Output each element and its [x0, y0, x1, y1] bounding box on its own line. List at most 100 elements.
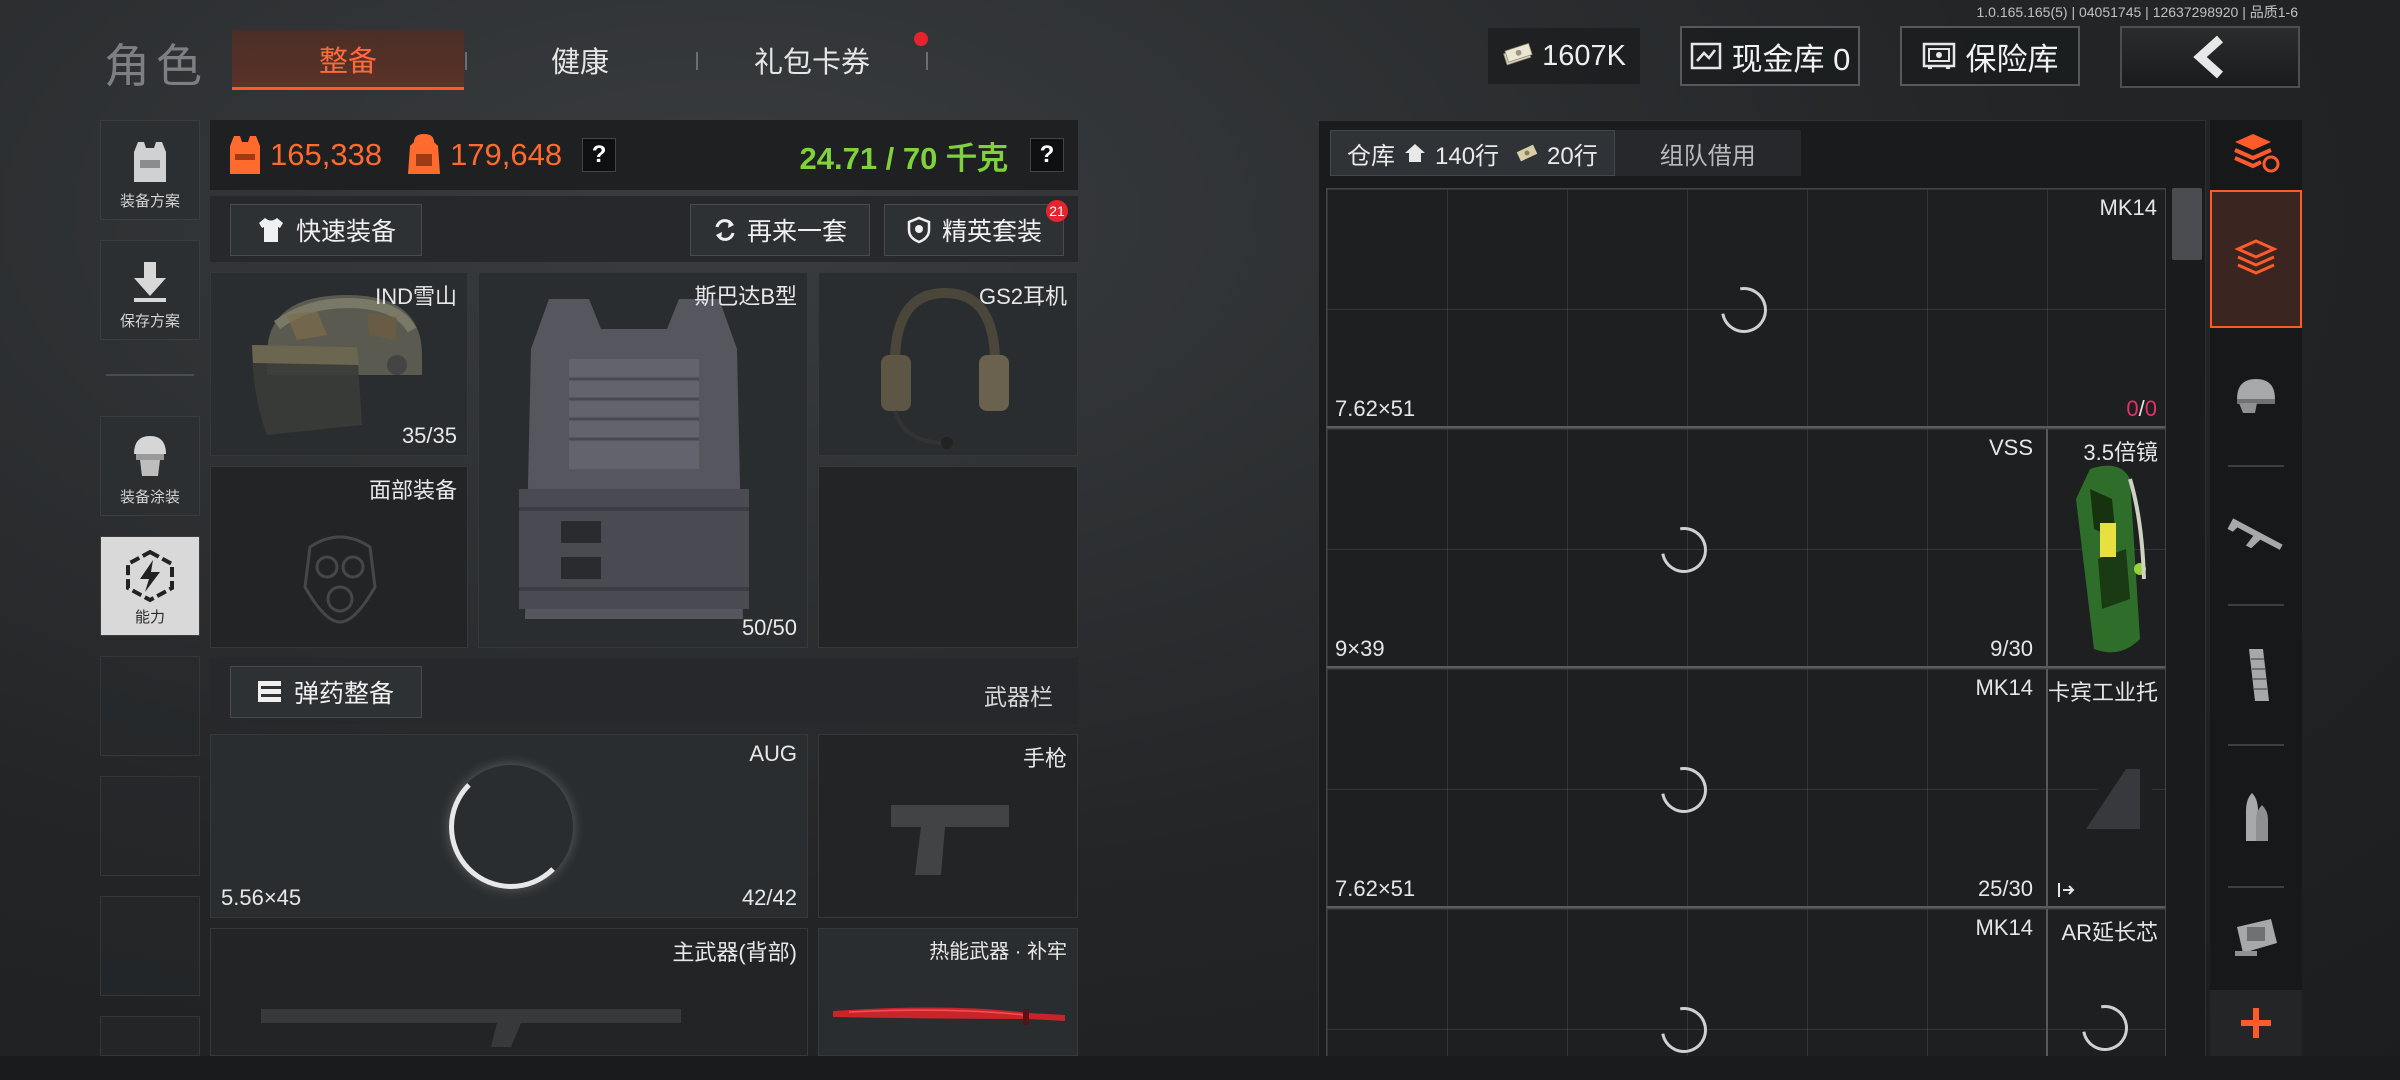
filter-magazine-button[interactable]: [2210, 606, 2302, 744]
item-ammo: 9/30: [1990, 636, 2033, 661]
melee-slot[interactable]: 热能武器 · 补牢: [818, 928, 1078, 1056]
item-name: MK14: [1975, 675, 2033, 700]
value-help-button[interactable]: ?: [582, 138, 617, 172]
tab-health[interactable]: 健康: [464, 30, 696, 90]
shirt-icon: [258, 218, 283, 242]
add-filter-button[interactable]: [2210, 990, 2302, 1056]
currency-display[interactable]: 1607K: [1488, 28, 1640, 84]
home-icon: [1405, 144, 1425, 162]
back-button[interactable]: [2120, 26, 2300, 88]
quick-equip-button[interactable]: 快速装备: [230, 204, 422, 256]
item-ammo-current: 0: [2126, 396, 2139, 421]
filter-ammo-button[interactable]: [2210, 746, 2302, 884]
warehouse-item-row[interactable]: MK14: [1326, 908, 2166, 1063]
team-borrow-tab[interactable]: 组队借用: [1614, 130, 1801, 176]
armor-name: 斯巴达B型: [694, 284, 797, 309]
melee-name: 热能武器 · 补牢: [929, 941, 1067, 963]
face-gear-slot[interactable]: 面部装备: [210, 466, 468, 648]
equipment-skin-label: 装备涂装: [119, 489, 180, 506]
ammo-prep-label: 弹药整备: [293, 680, 394, 708]
item-caliber: 7.62×51: [1335, 396, 1416, 421]
lightning-hex-icon: [126, 549, 174, 603]
primary-weapon-slot[interactable]: AUG 5.56×45 42/42: [210, 734, 808, 918]
headset-slot[interactable]: GS2耳机: [818, 272, 1078, 456]
warehouse-tab-label: 仓库: [1347, 142, 1395, 170]
loading-spinner: [1651, 997, 1717, 1063]
download-arrow-icon: [134, 262, 166, 302]
ability-button[interactable]: 能力: [100, 536, 200, 636]
empty-sidebar-slot: [100, 656, 200, 756]
back-weapon-name: 主武器(背部): [672, 940, 797, 965]
tab-equip[interactable]: 整备: [232, 30, 464, 90]
save-plan-button[interactable]: 保存方案: [100, 240, 200, 340]
face-gear-name: 面部装备: [368, 478, 457, 503]
page-title: 角色: [104, 40, 208, 92]
helmet-durability: 35/35: [401, 423, 457, 448]
item-name: MK14: [1975, 915, 2033, 940]
empty-sidebar-slot: [100, 896, 200, 996]
warehouse-rows-ticket: 20行: [1547, 142, 1598, 170]
attachment-name: AR延长芯: [2061, 920, 2158, 945]
armor-vest-image: [519, 299, 749, 619]
item-ammo: 0/0: [2126, 396, 2157, 422]
attachment-cell[interactable]: AR延长芯: [2046, 909, 2164, 1061]
warehouse-scrollbar[interactable]: [2172, 188, 2202, 260]
empty-gear-slot[interactable]: [818, 466, 1078, 648]
build-info: 1.0.165.165(5) | 04051745 | 12637298920 …: [1976, 4, 2299, 20]
back-weapon-slot[interactable]: 主武器(背部): [210, 928, 808, 1056]
cash-vault-button[interactable]: 现金库 0: [1680, 26, 1860, 86]
filter-helmet-button[interactable]: [2210, 326, 2302, 464]
filter-all-button[interactable]: [2210, 190, 2302, 328]
safe-icon: [1922, 42, 1955, 69]
all-items-icon: [2234, 239, 2278, 275]
armor-slot[interactable]: 斯巴达B型 50/50: [478, 272, 808, 648]
currency-amount: 1607K: [1542, 39, 1626, 72]
magazine-filter-icon: [2249, 649, 2269, 701]
item-caliber: 7.62×51: [1335, 876, 1416, 901]
equipment-skin-button[interactable]: 装备涂装: [100, 416, 200, 516]
warehouse-item-row[interactable]: VSS 9×39 9/30: [1326, 428, 2166, 668]
pistol-slot[interactable]: 手枪: [818, 734, 1078, 918]
warehouse-tab-bar: 仓库 140行 20行 组队借用: [1330, 130, 1801, 176]
filter-rifle-button[interactable]: [2210, 466, 2302, 604]
tab-gift-cards-label: 礼包卡券: [753, 47, 870, 79]
save-plan-label: 保存方案: [119, 313, 180, 330]
attachment-cell[interactable]: 3.5倍镜: [2046, 429, 2164, 667]
vest-icon: [134, 142, 166, 182]
equip-again-label: 再来一套: [746, 218, 847, 246]
ammo-prep-button[interactable]: 弹药整备: [230, 666, 422, 718]
tab-gift-cards[interactable]: 礼包卡券: [696, 30, 928, 90]
loading-spinner: [1711, 277, 1777, 343]
filter-sort-button[interactable]: [2210, 120, 2302, 188]
cash-stack-icon: [1503, 42, 1533, 66]
equip-again-button[interactable]: 再来一套: [690, 204, 870, 256]
weight-help-button[interactable]: ?: [1030, 138, 1064, 172]
helmet-filter-icon: [2237, 379, 2275, 413]
insured-vault-button[interactable]: 保险库: [1900, 26, 2080, 86]
warehouse-item-row[interactable]: MK14 7.62×51 25/30: [1326, 668, 2166, 908]
tab-divider: [926, 52, 928, 70]
unequip-icon[interactable]: [2056, 881, 2076, 899]
elite-set-label: 精英套装: [941, 218, 1042, 246]
attachment-cell[interactable]: 卡宾工业托: [2046, 669, 2164, 907]
warehouse-item-row[interactable]: MK14 7.62×51 0/0: [1326, 188, 2166, 428]
warehouse-tab[interactable]: 仓库 140行 20行: [1330, 130, 1615, 176]
elite-set-button[interactable]: 精英套装: [884, 204, 1064, 256]
item-name: VSS: [1988, 435, 2033, 460]
empty-sidebar-slot: [100, 1016, 200, 1056]
attachment-name: 卡宾工业托: [2048, 680, 2159, 705]
vest-value: 165,338: [270, 137, 383, 172]
primary-weapon-ammo: 42/42: [741, 885, 797, 910]
headset-name: GS2耳机: [978, 284, 1067, 309]
stack-refresh-icon: [2234, 134, 2280, 173]
pistol-name: 手枪: [1022, 746, 1067, 771]
team-borrow-label: 组队借用: [1659, 142, 1756, 170]
tab-equip-label: 整备: [318, 45, 377, 78]
helmet-slot[interactable]: IND雪山 35/35: [210, 272, 468, 456]
loadout-plan-button[interactable]: 装备方案: [100, 120, 200, 220]
bullet-filter-icon: [2246, 793, 2268, 841]
backpack-value: 179,648: [450, 137, 563, 172]
filter-sight-button[interactable]: [2210, 886, 2302, 986]
elite-set-badge: 21: [1046, 200, 1068, 222]
soldier-helmet-icon: [134, 436, 166, 476]
